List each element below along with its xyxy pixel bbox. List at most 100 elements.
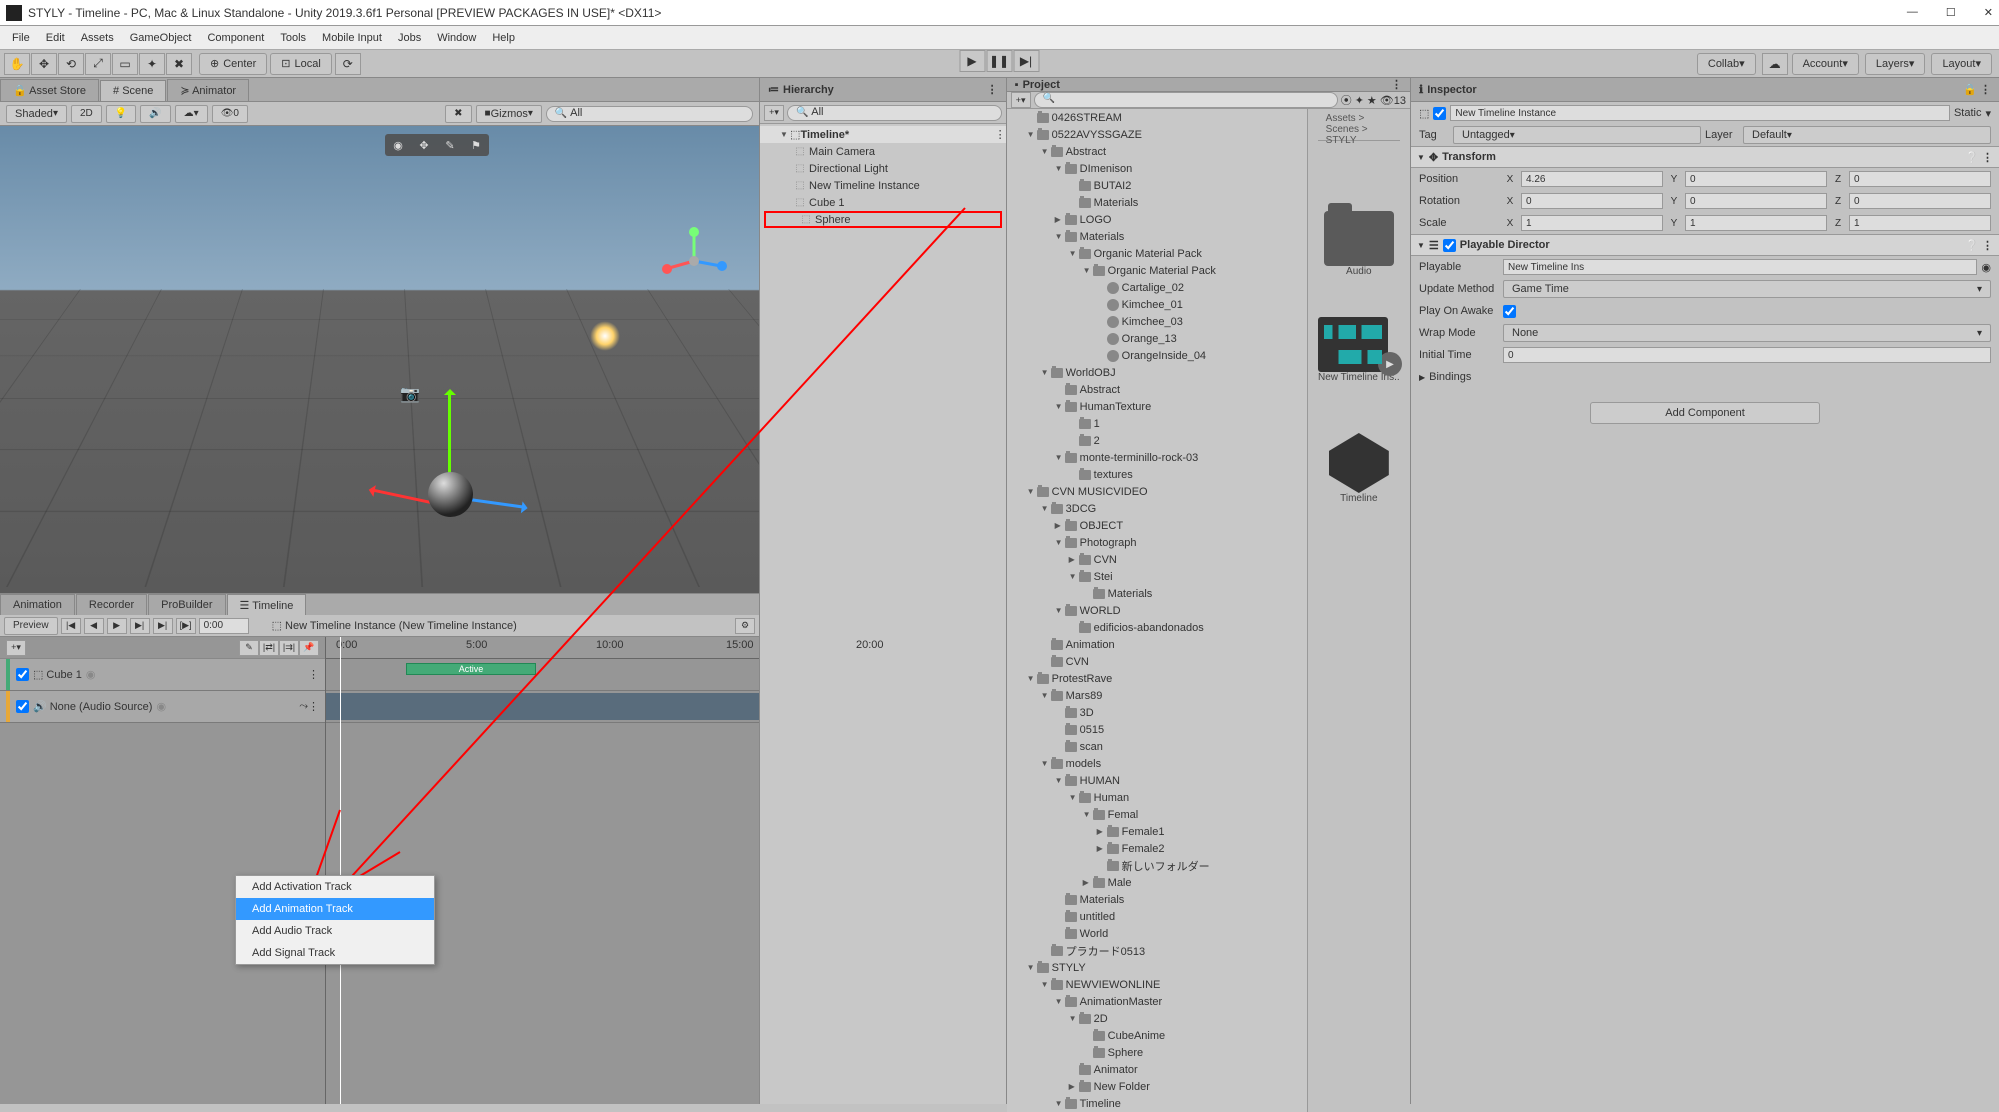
scl-z-input[interactable] bbox=[1849, 215, 1991, 231]
ripple-mode-icon[interactable]: |⇉| bbox=[279, 640, 299, 656]
project-item[interactable]: 3D bbox=[1007, 704, 1307, 721]
project-item[interactable]: ▼Human bbox=[1007, 789, 1307, 806]
timeline-ruler[interactable]: 0:00 5:00 10:00 15:00 20:00 bbox=[326, 637, 759, 659]
project-item[interactable]: ▼HumanTexture bbox=[1007, 398, 1307, 415]
menu-file[interactable]: File bbox=[4, 32, 38, 44]
project-item[interactable]: Sphere bbox=[1007, 1044, 1307, 1061]
hidden-toggle[interactable]: 👁0 bbox=[212, 105, 248, 123]
tl-settings-button[interactable]: ⚙ bbox=[735, 618, 755, 634]
hierarchy-main-camera[interactable]: ⬚Main Camera bbox=[760, 143, 1006, 160]
project-item[interactable]: scan bbox=[1007, 738, 1307, 755]
project-item[interactable]: ▼Abstract bbox=[1007, 143, 1307, 160]
project-item[interactable]: ▼2D bbox=[1007, 1010, 1307, 1027]
project-item[interactable]: ▼NEWVIEWONLINE bbox=[1007, 976, 1307, 993]
project-item[interactable]: Animator bbox=[1007, 1061, 1307, 1078]
scene-search[interactable]: 🔍 All bbox=[546, 106, 753, 122]
hierarchy-sphere[interactable]: ⬚Sphere bbox=[764, 211, 1002, 228]
scene-view[interactable]: ◉ ✥ ✎ ⚑ 📷 bbox=[0, 126, 759, 593]
maximize-button[interactable]: ☐ bbox=[1946, 6, 1956, 19]
play-on-awake-toggle[interactable] bbox=[1503, 305, 1516, 318]
project-item[interactable]: ▶LOGO bbox=[1007, 211, 1307, 228]
project-item[interactable]: ▶Female1 bbox=[1007, 823, 1307, 840]
playhead[interactable] bbox=[340, 637, 341, 1104]
project-item[interactable]: edificios-abandonados bbox=[1007, 619, 1307, 636]
menu-component[interactable]: Component bbox=[199, 32, 272, 44]
custom-tool[interactable]: ✖ bbox=[166, 53, 192, 75]
timeline-content[interactable]: 0:00 5:00 10:00 15:00 20:00 Active bbox=[326, 637, 759, 1104]
tab-recorder[interactable]: Recorder bbox=[76, 594, 147, 615]
project-item[interactable]: ▼3DCG bbox=[1007, 500, 1307, 517]
project-item[interactable]: ▼DImenison bbox=[1007, 160, 1307, 177]
project-item[interactable]: プラカード0513 bbox=[1007, 942, 1307, 959]
project-item[interactable]: ▶Male bbox=[1007, 874, 1307, 891]
hand-tool[interactable]: ✋ bbox=[4, 53, 30, 75]
shading-dropdown[interactable]: Shaded ▾ bbox=[6, 105, 67, 123]
project-item[interactable]: 1 bbox=[1007, 415, 1307, 432]
layer-dropdown[interactable]: Default ▾ bbox=[1743, 126, 1991, 144]
pos-x-input[interactable] bbox=[1521, 171, 1663, 187]
edit-icon[interactable]: ✎ bbox=[437, 134, 463, 156]
sphere-object[interactable] bbox=[428, 472, 473, 517]
tab-animation[interactable]: Animation bbox=[0, 594, 75, 615]
snap-icon[interactable]: 📌 bbox=[299, 640, 319, 656]
rot-y-input[interactable] bbox=[1685, 193, 1827, 209]
gameobject-name-input[interactable] bbox=[1450, 105, 1950, 121]
snap-toggle[interactable]: ⟳ bbox=[335, 53, 361, 75]
menu-jobs[interactable]: Jobs bbox=[390, 32, 429, 44]
menu-add-audio-track[interactable]: Add Audio Track bbox=[236, 920, 434, 942]
tl-start-button[interactable]: |◀ bbox=[61, 618, 81, 634]
project-item[interactable]: CVN bbox=[1007, 653, 1307, 670]
fx-toggle[interactable]: ☁▾ bbox=[175, 105, 208, 123]
project-item[interactable]: Materials bbox=[1007, 194, 1307, 211]
preview-button[interactable]: Preview bbox=[4, 617, 58, 635]
project-item[interactable]: 0426STREAM bbox=[1007, 109, 1307, 126]
tl-range-button[interactable]: [▶] bbox=[176, 618, 196, 634]
project-item[interactable]: Kimchee_03 bbox=[1007, 313, 1307, 330]
project-item[interactable]: textures bbox=[1007, 466, 1307, 483]
move-axis-y[interactable] bbox=[448, 391, 451, 473]
static-dropdown[interactable]: ▾ bbox=[1985, 107, 1991, 120]
project-item[interactable]: ▼Organic Material Pack bbox=[1007, 245, 1307, 262]
light-toggle[interactable]: 💡 bbox=[106, 105, 136, 123]
project-item[interactable]: ▼Stei bbox=[1007, 568, 1307, 585]
pivot-toggle[interactable]: ⊕Center bbox=[199, 53, 267, 75]
director-enabled-toggle[interactable] bbox=[1443, 239, 1456, 252]
layout-dropdown[interactable]: Layout ▾ bbox=[1931, 53, 1992, 75]
rect-tool[interactable]: ▭ bbox=[112, 53, 138, 75]
hierarchy-timeline-instance[interactable]: ⬚New Timeline Instance bbox=[760, 177, 1006, 194]
menu-edit[interactable]: Edit bbox=[38, 32, 73, 44]
directional-light-gizmo[interactable] bbox=[590, 321, 620, 351]
gameobject-active-toggle[interactable] bbox=[1433, 107, 1446, 120]
hierarchy-add-button[interactable]: +▾ bbox=[764, 105, 784, 121]
tab-probuilder[interactable]: ProBuilder bbox=[148, 594, 225, 615]
project-item[interactable]: Abstract bbox=[1007, 381, 1307, 398]
menu-add-activation-track[interactable]: Add Activation Track bbox=[236, 876, 434, 898]
menu-window[interactable]: Window bbox=[429, 32, 484, 44]
space-toggle[interactable]: ⊡Local bbox=[270, 53, 332, 75]
audio-clip[interactable] bbox=[326, 693, 759, 720]
account-dropdown[interactable]: Account ▾ bbox=[1792, 53, 1859, 75]
project-item[interactable]: World bbox=[1007, 925, 1307, 942]
project-item[interactable]: ▼Organic Material Pack bbox=[1007, 262, 1307, 279]
2d-toggle[interactable]: 2D bbox=[71, 105, 102, 123]
project-item[interactable]: ▼Mars89 bbox=[1007, 687, 1307, 704]
project-item[interactable]: ▼STYLY bbox=[1007, 959, 1307, 976]
playable-director-header[interactable]: ▼☰ Playable Director❔ ⋮ bbox=[1411, 234, 1999, 256]
object-picker-icon[interactable]: ◉ bbox=[1981, 261, 1991, 274]
transform-tool[interactable]: ✦ bbox=[139, 53, 165, 75]
mix-mode-icon[interactable]: |⇄| bbox=[259, 640, 279, 656]
project-item[interactable]: ▼WorldOBJ bbox=[1007, 364, 1307, 381]
track-menu-icon[interactable]: ⋮ bbox=[308, 668, 319, 681]
add-component-button[interactable]: Add Component bbox=[1590, 402, 1820, 424]
project-item[interactable]: ▼AnimationMaster bbox=[1007, 993, 1307, 1010]
rotate-tool[interactable]: ⟲ bbox=[58, 53, 84, 75]
camera-gizmo-icon[interactable]: 📷 bbox=[400, 384, 420, 404]
project-item[interactable]: ▼Materials bbox=[1007, 228, 1307, 245]
tab-timeline[interactable]: ☰ Timeline bbox=[227, 594, 307, 615]
project-item[interactable]: ▼Femal bbox=[1007, 806, 1307, 823]
menu-add-signal-track[interactable]: Add Signal Track bbox=[236, 942, 434, 964]
filter-icon[interactable]: ⦿ bbox=[1341, 92, 1352, 108]
project-breadcrumb[interactable]: Assets > Scenes > STYLY bbox=[1318, 119, 1400, 141]
project-item[interactable]: Orange_13 bbox=[1007, 330, 1307, 347]
scale-tool[interactable]: ⤢ bbox=[85, 53, 111, 75]
